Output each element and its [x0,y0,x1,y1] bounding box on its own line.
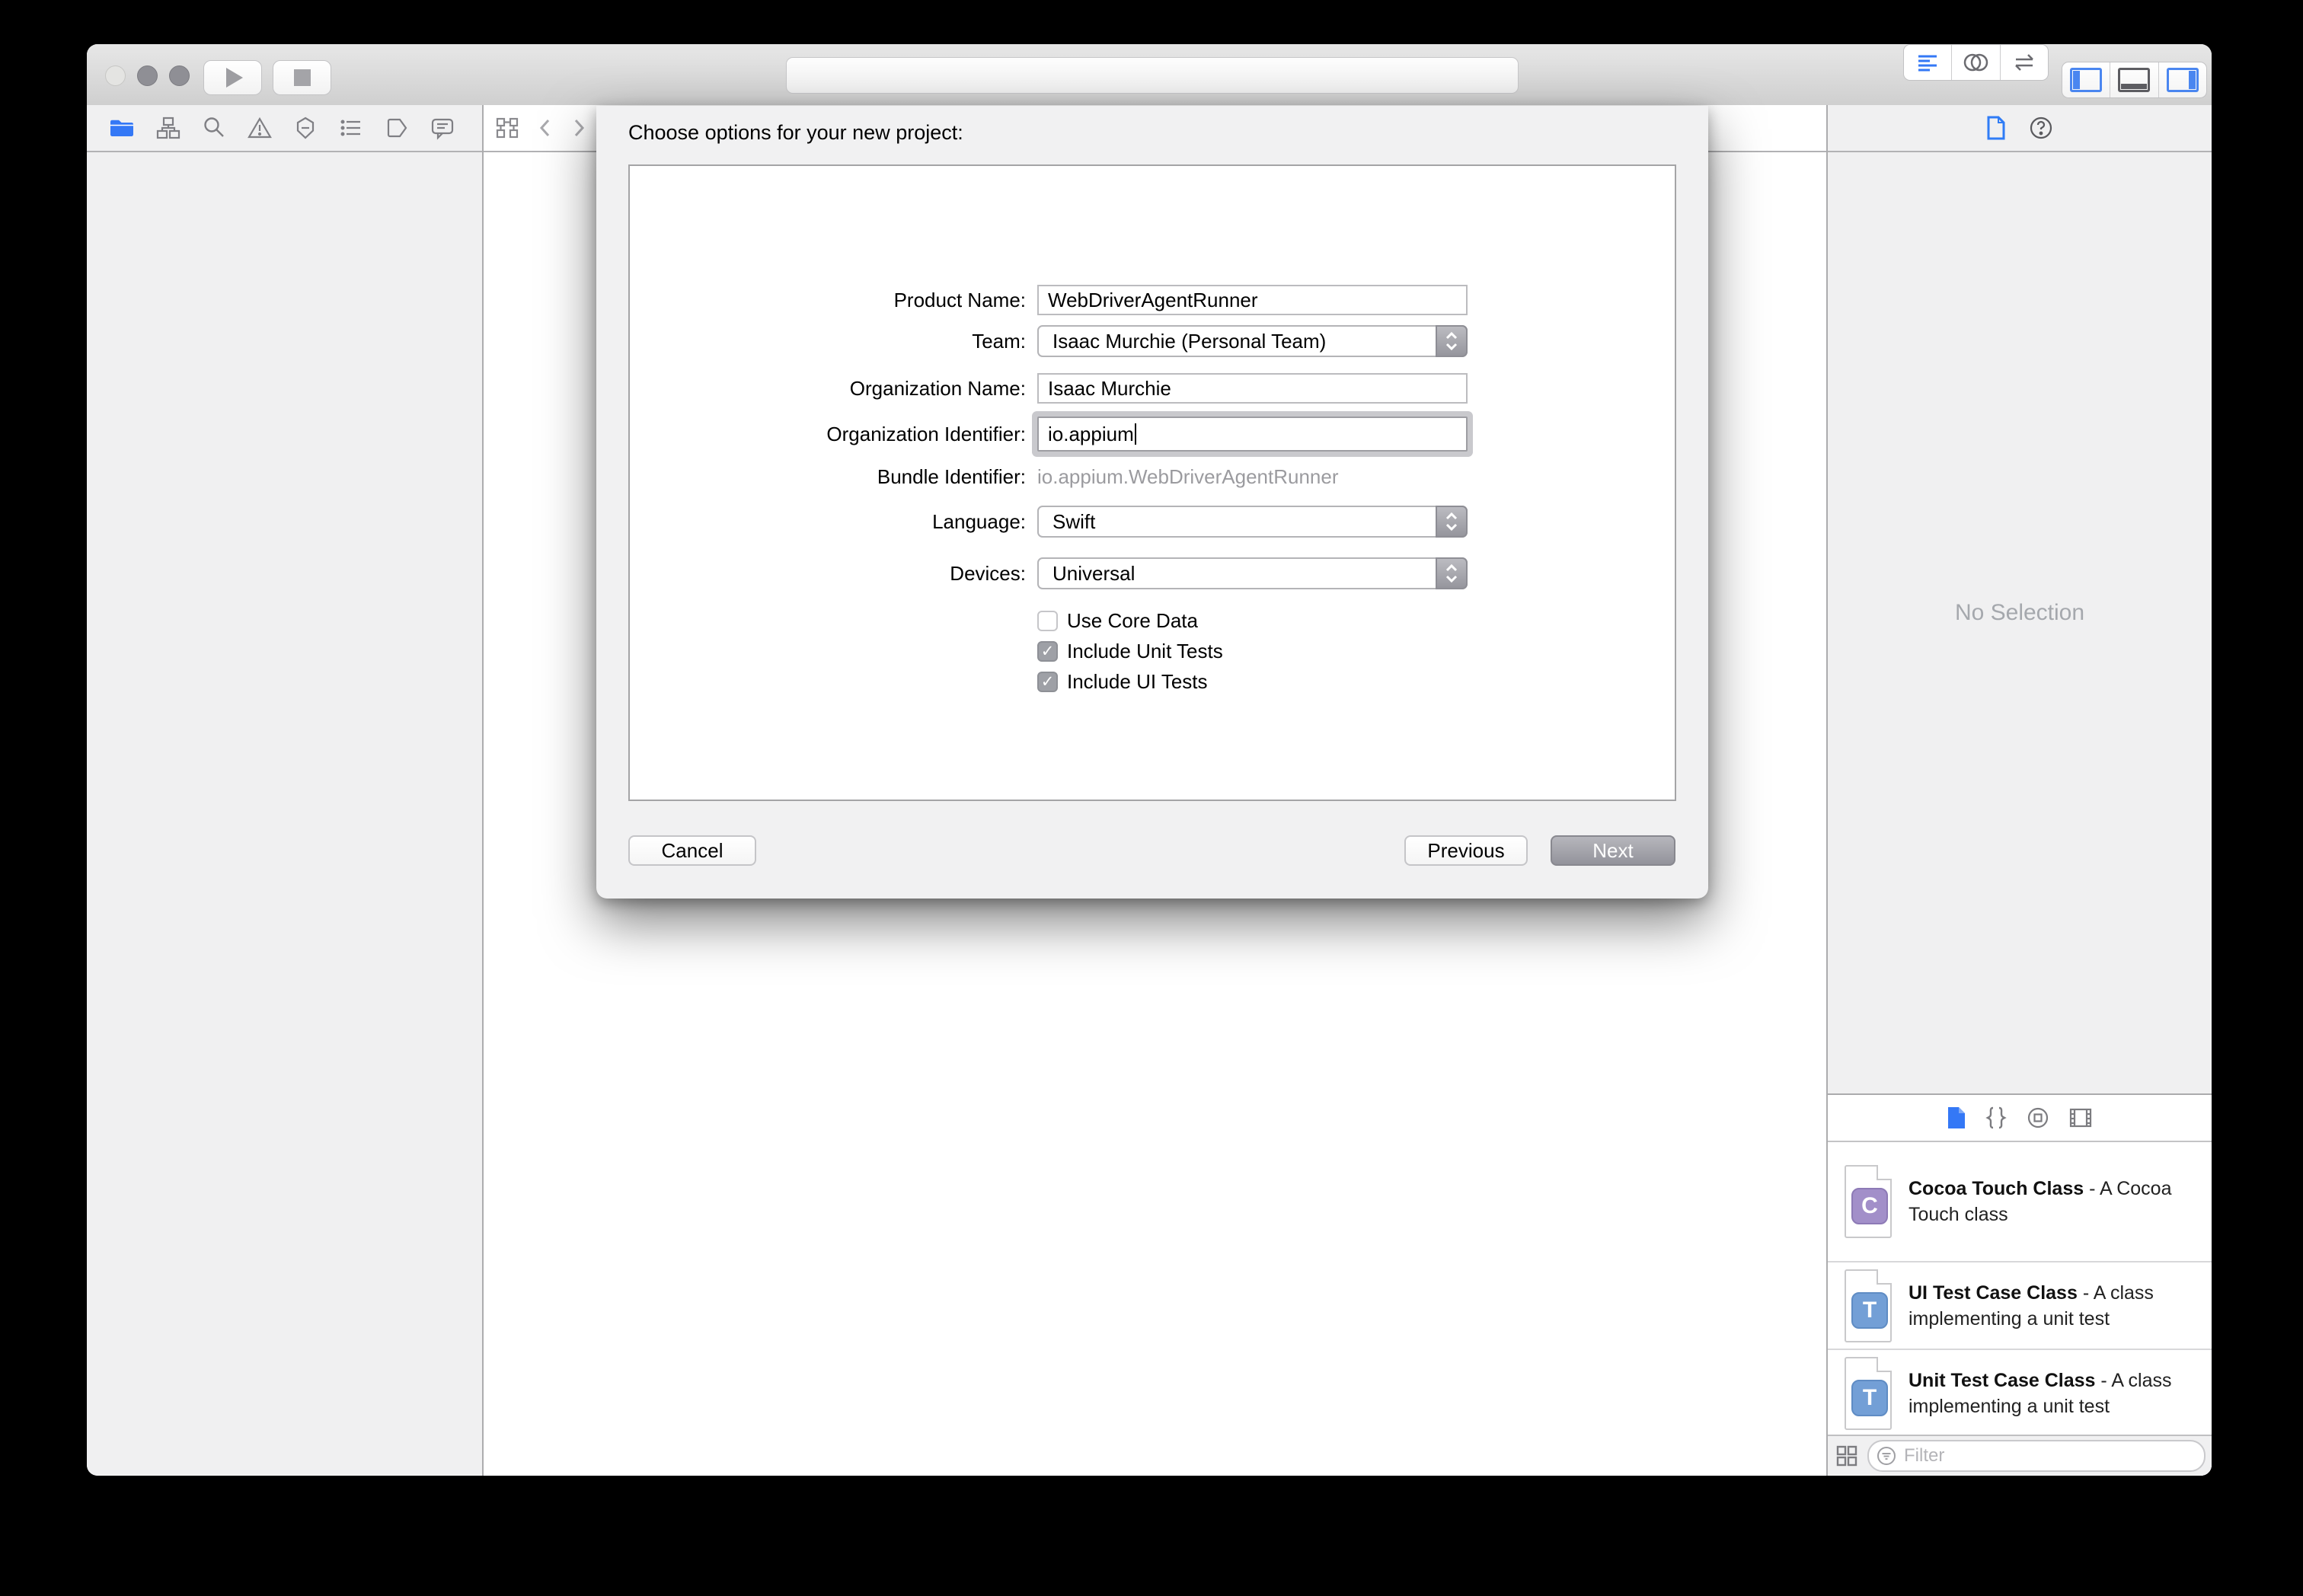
library-panel: C Cocoa Touch Class - A Cocoa Touch clas… [1828,1093,2212,1476]
test-navigator-icon[interactable] [292,115,318,141]
issue-navigator-icon[interactable] [247,115,273,141]
standard-editor-icon [1914,49,1941,75]
checkmark-icon: ✓ [1040,672,1055,691]
utilities-panel-icon [2166,68,2199,92]
back-chevron-icon[interactable] [537,116,554,140]
version-editor-button[interactable] [2001,45,2048,80]
object-library-icon[interactable] [2026,1106,2050,1130]
navigator-panel-icon [2070,68,2103,92]
list-item[interactable]: T Unit Test Case Class - A class impleme… [1828,1350,2212,1436]
checkmark-icon: ✓ [1040,642,1055,660]
search-navigator-icon[interactable] [201,115,227,141]
toggle-debug-area-button[interactable] [2110,62,2159,97]
navigator-panel [87,105,484,1476]
options-groupbox: Product Name: WebDriverAgentRunner Team:… [628,164,1676,801]
library-filter-field[interactable] [1867,1440,2206,1472]
log-navigator-icon[interactable] [430,115,455,141]
panel-toggle-buttons [2062,62,2207,98]
symbol-navigator-icon[interactable] [155,115,181,141]
use-core-data-checkbox[interactable] [1037,610,1058,631]
include-unit-tests-checkbox[interactable]: ✓ [1037,640,1058,662]
popup-stepper-icon [1436,325,1468,357]
close-window-button[interactable] [105,65,126,86]
standard-editor-button[interactable] [1904,45,1953,80]
related-items-icon[interactable] [494,115,520,141]
version-editor-icon [2010,50,2039,75]
language-popup[interactable]: Swift [1037,506,1468,538]
checkbox-label: Include Unit Tests [1067,639,1223,662]
filter-input[interactable] [1902,1444,2196,1467]
code-snippets-library-icon[interactable] [1985,1106,2008,1130]
text-caret [1134,423,1136,445]
utilities-panel: No Selection C Cocoa Touch Class - A Coc… [1826,105,2212,1476]
assistant-editor-icon [1960,50,1991,75]
desktop: No Selection C Cocoa Touch Class - A Coc… [0,0,2303,1596]
checkbox-label: Use Core Data [1067,608,1198,632]
library-tab-bar [1828,1095,2212,1142]
toggle-utilities-button[interactable] [2159,62,2206,97]
stop-icon [293,69,311,86]
toolbar [87,44,2212,107]
dialog-title: Choose options for your new project: [628,121,963,144]
stop-button[interactable] [273,60,331,95]
report-navigator-icon[interactable] [338,115,364,141]
bundle-identifier-label: Bundle Identifier: [877,464,1026,488]
editor-mode-buttons [1903,44,2049,81]
devices-popup[interactable]: Universal [1037,557,1468,589]
navigator-tab-bar [87,105,482,152]
activity-viewer [786,57,1519,94]
project-navigator-icon[interactable] [108,115,136,141]
quick-help-icon[interactable] [2028,115,2054,141]
bundle-identifier-value: io.appium.WebDriverAgentRunner [1037,464,1339,488]
toggle-navigator-button[interactable] [2062,62,2111,97]
inspector-tab-bar [1828,105,2212,152]
run-button[interactable] [203,60,262,95]
minimize-window-button[interactable] [137,65,158,86]
popup-stepper-icon [1436,506,1468,538]
new-project-options-dialog: Choose options for your new project: Pro… [596,106,1708,899]
grid-view-icon[interactable] [1834,1443,1860,1469]
class-badge: T [1851,1291,1888,1329]
assistant-editor-button[interactable] [1952,45,2001,80]
organization-identifier-field[interactable]: io.appium [1037,417,1468,452]
zoom-window-button[interactable] [169,65,190,86]
devices-label: Devices: [950,561,1026,585]
play-icon [225,68,243,88]
team-popup[interactable]: Isaac Murchie (Personal Team) [1037,325,1468,357]
window-controls [105,65,190,86]
list-item-text: Cocoa Touch Class - A Cocoa Touch class [1909,1178,2172,1225]
next-button[interactable]: Next [1551,835,1675,866]
list-item[interactable]: C Cocoa Touch Class - A Cocoa Touch clas… [1828,1142,2212,1262]
previous-button[interactable]: Previous [1404,835,1528,866]
list-item-text: UI Test Case Class - A class implementin… [1909,1282,2154,1329]
library-bottom-bar [1828,1435,2212,1476]
popup-stepper-icon [1436,557,1468,589]
file-templates-library-icon[interactable] [1947,1106,1966,1130]
filter-icon [1877,1446,1896,1466]
media-library-icon[interactable] [2068,1106,2093,1129]
file-template-icon: C [1845,1165,1892,1238]
cancel-button[interactable]: Cancel [628,835,756,866]
organization-identifier-label: Organization Identifier: [826,422,1026,445]
organization-name-field[interactable]: Isaac Murchie [1037,373,1468,404]
list-item[interactable]: T UI Test Case Class - A class implement… [1828,1262,2212,1350]
forward-chevron-icon[interactable] [570,116,587,140]
product-name-label: Product Name: [893,288,1026,311]
product-name-field[interactable]: WebDriverAgentRunner [1037,285,1468,315]
debug-area-icon [2118,68,2151,92]
breakpoint-navigator-icon[interactable] [384,115,410,141]
language-label: Language: [932,509,1026,533]
list-item-text: Unit Test Case Class - A class implement… [1909,1369,2172,1417]
no-selection-label: No Selection [1954,600,2085,625]
file-template-icon: T [1845,1269,1892,1342]
checkbox-label: Include UI Tests [1067,669,1208,693]
class-badge: T [1851,1379,1888,1416]
file-template-icon: T [1845,1356,1892,1430]
class-badge: C [1851,1188,1888,1224]
organization-name-label: Organization Name: [849,376,1026,400]
include-ui-tests-checkbox[interactable]: ✓ [1037,671,1058,692]
file-inspector-icon[interactable] [1985,115,2007,141]
team-label: Team: [972,329,1026,353]
